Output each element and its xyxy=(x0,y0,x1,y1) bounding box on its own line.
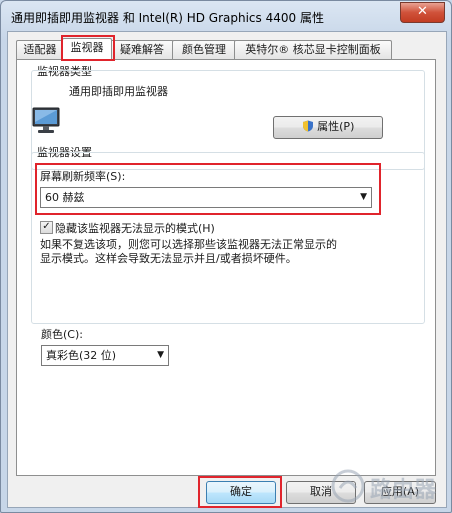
tab-label: 适配器 xyxy=(23,43,57,56)
title-bar[interactable]: 通用即插即用监视器 和 Intel(R) HD Graphics 4400 属性… xyxy=(1,1,451,31)
close-button[interactable]: ✕ xyxy=(400,2,445,23)
monitor-tab-panel: 监视器类型 通用即插即用监视器 属性(P) 监视器设置 屏幕刷新频率(S): 6… xyxy=(16,59,436,476)
hide-modes-description-2: 显示模式。这样会导致无法显示并且/或者损坏硬件。 xyxy=(40,252,297,265)
monitor-name: 通用即插即用监视器 xyxy=(69,85,168,98)
tab-label: 颜色管理 xyxy=(182,43,226,56)
uac-shield-icon xyxy=(302,120,313,132)
watermark-logo: 路由器 xyxy=(330,468,445,506)
close-icon: ✕ xyxy=(417,4,428,19)
tab-intel-control-panel[interactable]: 英特尔® 核芯显卡控制面板 xyxy=(234,40,392,60)
properties-button[interactable]: 属性(P) xyxy=(273,116,383,139)
window-title: 通用即插即用监视器 和 Intel(R) HD Graphics 4400 属性 xyxy=(11,11,324,25)
router-logo-icon xyxy=(331,469,365,503)
properties-button-label: 属性(P) xyxy=(317,120,355,133)
tab-adapter[interactable]: 适配器 xyxy=(16,40,64,60)
color-depth-value: 真彩色(32 位) xyxy=(46,349,117,362)
checkmark-icon: ✓ xyxy=(42,221,51,232)
dropdown-arrow-icon: ▼ xyxy=(157,350,164,360)
tab-troubleshoot[interactable]: 疑难解答 xyxy=(110,40,174,60)
color-label: 颜色(C): xyxy=(41,328,83,341)
tab-label: 疑难解答 xyxy=(120,43,164,56)
highlight-monitor-tab xyxy=(61,35,115,61)
properties-window: 通用即插即用监视器 和 Intel(R) HD Graphics 4400 属性… xyxy=(0,0,452,513)
cancel-button-label: 取消 xyxy=(310,485,332,498)
dialog-body: 适配器 监视器 疑难解答 颜色管理 英特尔® 核芯显卡控制面板 监视器类型 通用… xyxy=(7,31,447,508)
hide-modes-label[interactable]: 隐藏该监视器无法显示的模式(H) xyxy=(55,220,215,236)
highlight-refresh-rate xyxy=(35,163,381,215)
tab-color-management[interactable]: 颜色管理 xyxy=(172,40,236,60)
monitor-icon xyxy=(32,107,60,133)
color-depth-select[interactable]: 真彩色(32 位) ▼ xyxy=(41,345,169,366)
hide-modes-checkbox[interactable]: ✓ xyxy=(40,221,53,234)
tab-label: 英特尔® 核芯显卡控制面板 xyxy=(245,43,381,56)
watermark-text: 路由器 xyxy=(370,478,437,503)
highlight-ok-button xyxy=(198,476,282,508)
